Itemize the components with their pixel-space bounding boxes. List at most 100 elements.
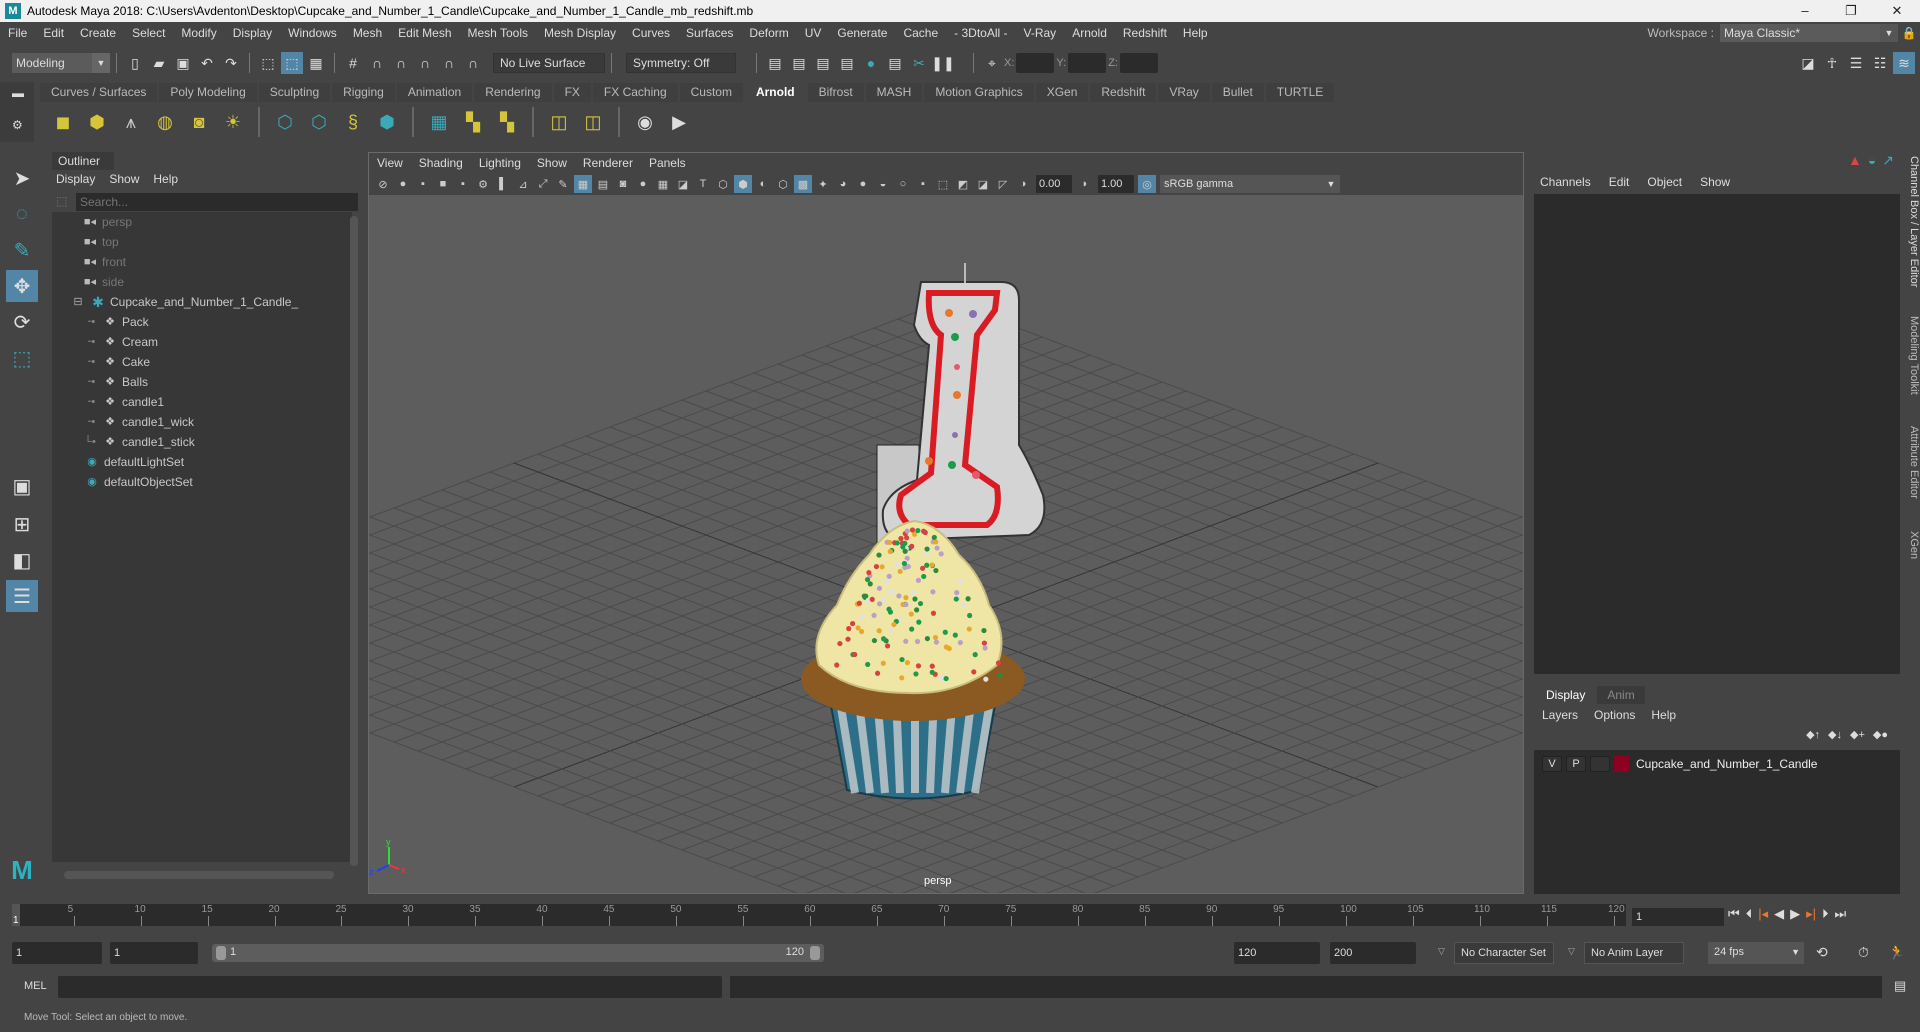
play-backward-icon[interactable]: ◀ <box>1774 906 1784 922</box>
area-light-icon[interactable]: ◼ <box>49 108 77 136</box>
shelf-tab-animation[interactable]: Animation <box>396 83 473 102</box>
tx-manager-icon[interactable]: ▚ <box>459 108 487 136</box>
tree-item-side[interactable]: ■◂ side <box>82 272 124 292</box>
collapse-icon[interactable]: ⊟ <box>70 292 86 312</box>
step-back-frame-icon[interactable]: ⏴ <box>1746 906 1753 922</box>
film-gate-icon[interactable]: ⚙ <box>474 175 492 193</box>
render-view-icon[interactable]: ▤ <box>764 52 786 74</box>
channel-box-float-icon[interactable]: ↗ <box>1882 152 1894 169</box>
menu-vray[interactable]: V-Ray <box>1016 26 1065 40</box>
snap-view-plane-icon[interactable]: ∩ <box>438 52 460 74</box>
menu-mesh[interactable]: Mesh <box>345 26 390 40</box>
select-hierarchy-icon[interactable]: ⬚ <box>257 52 279 74</box>
range-end-handle[interactable] <box>810 946 820 960</box>
exposure-icon[interactable]: ◑ <box>1014 175 1032 193</box>
single-pane-layout-icon[interactable]: ▣ <box>6 470 38 502</box>
shelf-tab-xgen[interactable]: XGen <box>1035 83 1089 102</box>
time-slider[interactable]: 5 10 15 20 25 30 35 40 45 50 55 60 65 70 75 80 85 90 95 100… <box>0 898 1920 932</box>
menu-surfaces[interactable]: Surfaces <box>678 26 741 40</box>
animation-end-field[interactable]: 200 <box>1330 942 1416 964</box>
xray-icon[interactable]: ◩ <box>954 175 972 193</box>
menu-edit[interactable]: Edit <box>35 26 72 40</box>
viewport-menu-renderer[interactable]: Renderer <box>575 153 641 173</box>
move-layer-up-icon[interactable]: ◆↑ <box>1806 728 1820 741</box>
smooth-shade-icon[interactable]: ⬢ <box>734 175 752 193</box>
viewport-panel[interactable]: View Shading Lighting Show Renderer Pane… <box>368 152 1524 894</box>
menu-cache[interactable]: Cache <box>895 26 946 40</box>
menu-set-dropdown[interactable]: Modeling ▼ <box>12 53 110 73</box>
tree-item-candle1-stick[interactable]: └• ❖ candle1_stick <box>82 432 195 452</box>
menu-select[interactable]: Select <box>124 26 173 40</box>
maximize-button[interactable]: ❐ <box>1828 0 1874 22</box>
menu-generate[interactable]: Generate <box>829 26 895 40</box>
viewport-menu-shading[interactable]: Shading <box>411 153 471 173</box>
anim-layer-dropdown[interactable]: No Anim Layer <box>1584 942 1684 964</box>
channels-menu-edit[interactable]: Edit <box>1609 172 1630 192</box>
physical-sky-icon[interactable]: ☀ <box>219 108 247 136</box>
command-input[interactable] <box>58 976 722 998</box>
layer-menu-options[interactable]: Options <box>1594 706 1635 724</box>
snap-curve-icon[interactable]: ∩ <box>366 52 388 74</box>
side-tab-attribute-editor[interactable]: Attribute Editor <box>1902 422 1920 512</box>
scale-tool-icon[interactable]: ⬚ <box>6 342 38 374</box>
image-plane-icon[interactable]: ■ <box>434 175 452 193</box>
character-set-dropdown[interactable]: No Character Set <box>1454 942 1554 964</box>
bookmarks-icon[interactable]: ▪ <box>414 175 432 193</box>
channel-box-sync-icon[interactable]: ◒ <box>1868 152 1876 169</box>
menu-curves[interactable]: Curves <box>624 26 678 40</box>
layer-playback-toggle[interactable]: P <box>1566 756 1586 772</box>
layer-menu-help[interactable]: Help <box>1651 706 1676 724</box>
motion-blur-icon[interactable]: ◒ <box>874 175 892 193</box>
safe-action-icon[interactable]: ◪ <box>674 175 692 193</box>
resolution-gate-icon[interactable]: ◙ <box>614 175 632 193</box>
gate-mask-icon[interactable]: ● <box>634 175 652 193</box>
render-current-frame-icon[interactable]: ▤ <box>788 52 810 74</box>
menu-windows[interactable]: Windows <box>280 26 345 40</box>
gamma-icon[interactable]: ◗ <box>1076 175 1094 193</box>
menu-modify[interactable]: Modify <box>173 26 224 40</box>
menu-arnold[interactable]: Arnold <box>1064 26 1115 40</box>
playblast-play-icon[interactable]: ▶ <box>665 108 693 136</box>
exposure-field[interactable] <box>1036 175 1072 193</box>
tree-item-front[interactable]: ■◂ front <box>82 252 126 272</box>
channels-menu-channels[interactable]: Channels <box>1540 172 1591 192</box>
shelf-tab-fx[interactable]: FX <box>553 83 591 102</box>
shelf-tab-poly-modeling[interactable]: Poly Modeling <box>159 83 257 102</box>
shelf-tab-vray[interactable]: VRay <box>1158 83 1210 102</box>
rotate-tool-icon[interactable]: ⟳ <box>6 306 38 338</box>
layer-tab-display[interactable]: Display <box>1536 686 1596 704</box>
gamma-field[interactable] <box>1098 175 1134 193</box>
layer-display-type-toggle[interactable] <box>1590 756 1610 772</box>
paint-select-tool-icon[interactable]: ✎ <box>6 234 38 266</box>
curve-collector-icon[interactable]: § <box>339 108 367 136</box>
tree-item-default-light-set[interactable]: ◉ defaultLightSet <box>84 452 184 472</box>
snap-grid-icon[interactable]: # <box>342 52 364 74</box>
shadows-icon[interactable]: ◕ <box>834 175 852 193</box>
grid-toggle-icon[interactable]: ⤢ <box>534 175 552 193</box>
viewport-menu-panels[interactable]: Panels <box>641 153 694 173</box>
minimize-button[interactable]: – <box>1782 0 1828 22</box>
hypershade-icon[interactable]: ● <box>860 52 882 74</box>
playback-end-field[interactable]: 120 <box>1234 942 1320 964</box>
range-start-handle[interactable] <box>216 946 226 960</box>
create-material-icon[interactable]: ◫ <box>545 108 573 136</box>
human-ik-icon[interactable]: ☥ <box>1821 52 1843 74</box>
flush-textures-icon[interactable]: ▚ <box>493 108 521 136</box>
export-standin-icon[interactable]: ⬡ <box>305 108 333 136</box>
xray-active-icon[interactable]: ◪ <box>974 175 992 193</box>
live-surface-field[interactable]: No Live Surface <box>493 53 605 73</box>
workspace-dropdown[interactable]: Maya Classic* ▼ <box>1720 24 1898 42</box>
move-layer-down-icon[interactable]: ◆↓ <box>1828 728 1842 741</box>
grid-icon[interactable]: ▦ <box>574 175 592 193</box>
outliner-vertical-scrollbar[interactable] <box>350 216 358 866</box>
playblast-view-icon[interactable]: ◉ <box>631 108 659 136</box>
outliner-tab[interactable]: Outliner <box>52 152 114 170</box>
y-field[interactable] <box>1068 53 1107 73</box>
symmetry-dropdown[interactable]: Symmetry: Off <box>626 53 736 73</box>
close-button[interactable]: ✕ <box>1874 0 1920 22</box>
camera-attributes-icon[interactable]: ● <box>394 175 412 193</box>
menu-deform[interactable]: Deform <box>741 26 796 40</box>
step-back-key-icon[interactable]: |◂ <box>1758 906 1768 922</box>
safe-title-icon[interactable]: T <box>694 175 712 193</box>
wireframe-on-shaded-icon[interactable]: ⬡ <box>774 175 792 193</box>
